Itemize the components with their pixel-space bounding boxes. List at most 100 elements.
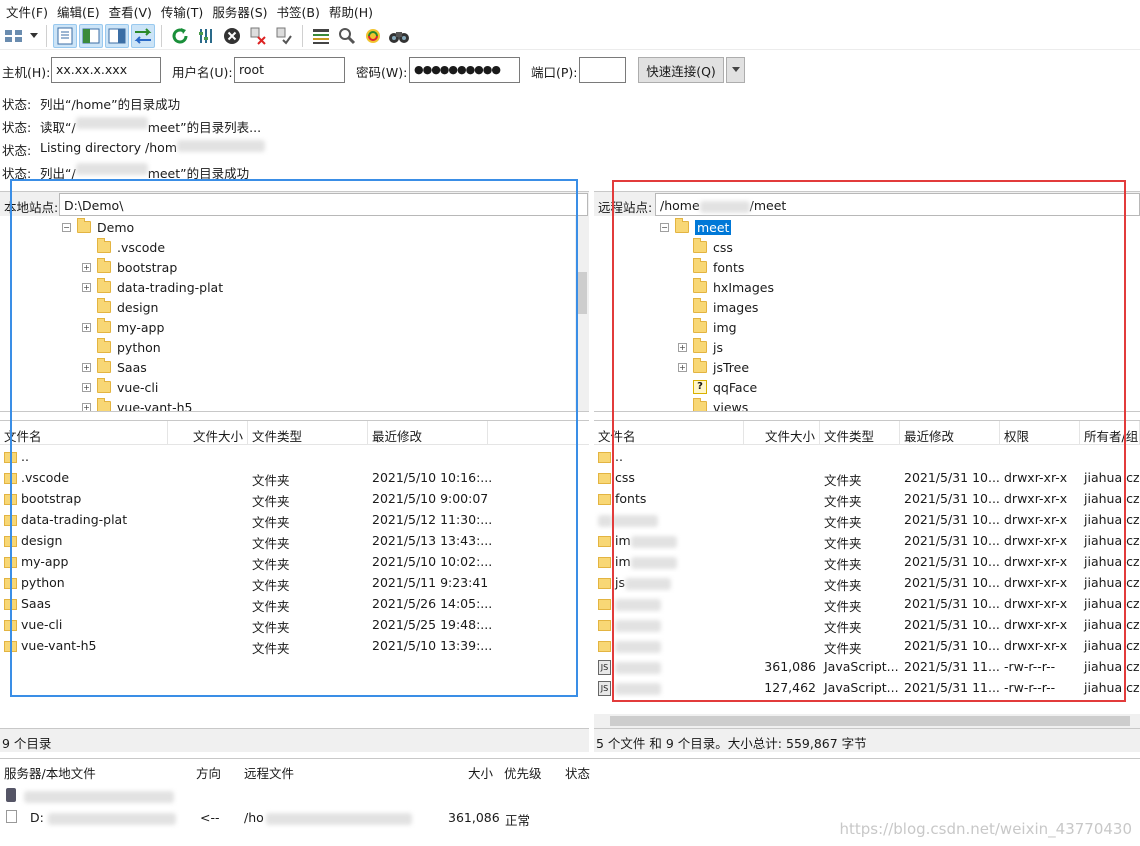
table-row[interactable]: my-app 文件夹 2021/5/10 10:02:... [0, 551, 589, 572]
queue-col-remote[interactable]: 远程文件 [244, 763, 294, 782]
collapse-icon[interactable]: − [62, 222, 71, 232]
toggle-local-tree-icon[interactable] [79, 23, 103, 48]
table-row[interactable]: im 文件夹 2021/5/31 10... drwxr-xr-x jiahua czh [594, 551, 1140, 572]
remote-list-hscrollbar[interactable] [594, 714, 1140, 728]
local-path-input[interactable]: D:\Demo\ [59, 193, 588, 216]
reconnect-icon[interactable] [272, 24, 296, 48]
table-row[interactable]: js 文件夹 2021/5/31 10... drwxr-xr-x jiahua czh [594, 572, 1140, 593]
queue-col-status[interactable]: 状态 [565, 763, 590, 782]
expand-icon[interactable]: + [678, 342, 687, 352]
toggle-log-icon[interactable] [53, 23, 77, 48]
table-row[interactable]: vue-vant-h5 文件夹 2021/5/10 13:39:... [0, 635, 589, 656]
tree-node[interactable]: + Saas [82, 357, 147, 377]
tree-node[interactable]: + jsTree [678, 357, 749, 377]
queue-server-row[interactable] [0, 785, 1140, 807]
table-row[interactable]: .vscode 文件夹 2021/5/10 10:16:... [0, 467, 589, 488]
dropdown-arrow-icon[interactable] [28, 24, 40, 48]
tree-node[interactable]: + bootstrap [82, 257, 177, 277]
tree-node[interactable]: + my-app [82, 317, 164, 337]
tree-node[interactable]: + vue-cli [82, 377, 158, 397]
toggle-queue-icon[interactable] [131, 23, 155, 48]
tree-node[interactable]: css [678, 237, 733, 257]
quickconnect-history-button[interactable] [726, 57, 745, 83]
port-input[interactable] [579, 57, 626, 83]
col-filename[interactable]: 文件名 [0, 421, 168, 445]
table-row[interactable]: 文件夹 2021/5/31 10... drwxr-xr-x jiahua czh [594, 509, 1140, 530]
quickconnect-button[interactable]: 快速连接(Q) [638, 57, 724, 83]
table-row[interactable]: vue-cli 文件夹 2021/5/25 19:48:... [0, 614, 589, 635]
queue-col-priority[interactable]: 优先级 [504, 763, 542, 782]
expand-icon[interactable]: + [82, 402, 91, 411]
queue-col-size[interactable]: 大小 [468, 763, 493, 782]
table-row[interactable]: design 文件夹 2021/5/13 13:43:... [0, 530, 589, 551]
collapse-icon[interactable]: − [660, 222, 669, 232]
col-filename[interactable]: 文件名 [594, 421, 744, 445]
table-row[interactable]: JS 361,086 JavaScript... 2021/5/31 11... -rw… [594, 656, 1140, 677]
tree-node[interactable]: python [82, 337, 161, 357]
menu-item[interactable]: 查看(V) [107, 2, 159, 21]
toggle-remote-tree-icon[interactable] [105, 23, 129, 48]
menu-item[interactable]: 传输(T) [159, 2, 210, 21]
tree-node[interactable]: + vue-vant-h5 [82, 397, 192, 411]
directory-listing-filters-icon[interactable] [309, 24, 333, 48]
local-tree-scrollbar[interactable] [575, 216, 589, 411]
tree-node[interactable]: images [678, 297, 758, 317]
scrollbar-thumb[interactable] [577, 272, 587, 314]
col-filetype[interactable]: 文件类型 [248, 421, 368, 445]
tree-node[interactable]: views [678, 397, 748, 411]
tree-node-demo[interactable]: − Demo [62, 217, 134, 237]
tree-node-meet[interactable]: − meet [660, 217, 732, 237]
table-row[interactable]: css 文件夹 2021/5/31 10... drwxr-xr-x jiahua cz… [594, 467, 1140, 488]
process-queue-icon[interactable] [194, 24, 218, 48]
table-row[interactable]: .. [0, 446, 589, 467]
expand-icon[interactable]: + [82, 362, 91, 372]
col-filesize[interactable]: 文件大小 [744, 421, 820, 445]
col-modified[interactable]: 最近修改 [900, 421, 1000, 445]
remote-path-input[interactable]: /home/meet [655, 193, 1140, 216]
table-row[interactable]: im 文件夹 2021/5/31 10... drwxr-xr-x jiahua czh [594, 530, 1140, 551]
table-row[interactable]: .. [594, 446, 1140, 467]
tree-node[interactable]: ? qqFace [678, 377, 757, 397]
tree-node[interactable]: + data-trading-plat [82, 277, 223, 297]
disconnect-icon[interactable] [246, 24, 270, 48]
host-input[interactable]: xx.xx.x.xxx [51, 57, 161, 83]
table-row[interactable]: 文件夹 2021/5/31 10... drwxr-xr-x jiahua czh [594, 593, 1140, 614]
menu-item[interactable]: 文件(F) [4, 2, 55, 21]
search-icon[interactable] [335, 24, 359, 48]
table-row[interactable]: 文件夹 2021/5/31 10... drwxr-xr-x jiahua czh [594, 635, 1140, 656]
tree-node[interactable]: .vscode [82, 237, 165, 257]
table-row[interactable]: bootstrap 文件夹 2021/5/10 9:00:07 [0, 488, 589, 509]
col-permissions[interactable]: 权限 [1000, 421, 1080, 445]
expand-icon[interactable]: + [82, 262, 91, 272]
expand-icon[interactable]: + [678, 362, 687, 372]
tree-node[interactable]: + js [678, 337, 723, 357]
binoculars-icon[interactable] [387, 24, 411, 48]
tree-node[interactable]: img [678, 317, 737, 337]
scrollbar-thumb[interactable] [610, 716, 1130, 726]
col-filesize[interactable]: 文件大小 [168, 421, 248, 445]
col-filetype[interactable]: 文件类型 [820, 421, 900, 445]
table-row[interactable]: 文件夹 2021/5/31 10... drwxr-xr-x jiahua czh [594, 614, 1140, 635]
menu-item[interactable]: 帮助(H) [327, 2, 380, 21]
sync-browse-icon[interactable] [361, 24, 385, 48]
expand-icon[interactable]: + [82, 322, 91, 332]
tree-node[interactable]: hxImages [678, 277, 774, 297]
menu-item[interactable]: 服务器(S) [210, 2, 274, 21]
table-row[interactable]: fonts 文件夹 2021/5/31 10... drwxr-xr-x jiahua … [594, 488, 1140, 509]
col-modified[interactable]: 最近修改 [368, 421, 488, 445]
username-input[interactable]: root [234, 57, 345, 83]
expand-icon[interactable]: + [82, 282, 91, 292]
menu-item[interactable]: 书签(B) [275, 2, 327, 21]
queue-col-direction[interactable]: 方向 [196, 763, 221, 782]
refresh-icon[interactable] [168, 24, 192, 48]
menu-item[interactable]: 编辑(E) [55, 2, 107, 21]
table-row[interactable]: python 文件夹 2021/5/11 9:23:41 [0, 572, 589, 593]
queue-col-local[interactable]: 服务器/本地文件 [4, 763, 96, 782]
tree-node[interactable]: fonts [678, 257, 744, 277]
table-row[interactable]: JS 127,462 JavaScript... 2021/5/31 11... -rw… [594, 677, 1140, 698]
table-row[interactable]: data-trading-plat 文件夹 2021/5/12 11:30:... [0, 509, 589, 530]
expand-icon[interactable]: + [82, 382, 91, 392]
col-owner[interactable]: 所有者/组 [1080, 421, 1140, 445]
cancel-icon[interactable] [220, 24, 244, 48]
site-manager-icon[interactable] [2, 24, 26, 48]
